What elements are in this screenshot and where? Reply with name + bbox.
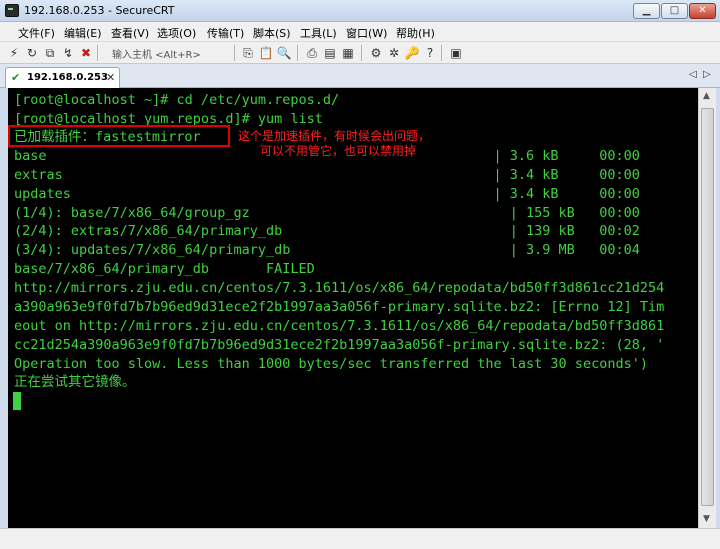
terminal-line: cc21d254a390a963e9f0fd7b7b96ed9d31ece2f2… bbox=[14, 337, 665, 353]
menu-options[interactable]: 选项(O) bbox=[157, 25, 196, 41]
tab-close-icon[interactable]: ✕ bbox=[106, 71, 115, 84]
scroll-up-icon[interactable]: ▲ bbox=[703, 91, 710, 101]
menu-edit[interactable]: 编辑(E) bbox=[64, 25, 102, 41]
scrollbar-thumb[interactable] bbox=[701, 108, 714, 506]
connected-check-icon: ✔ bbox=[11, 71, 21, 84]
key-generator-icon[interactable]: 🔑 bbox=[404, 45, 420, 61]
menu-script[interactable]: 脚本(S) bbox=[253, 25, 291, 41]
disconnect-icon[interactable]: ✖ bbox=[78, 45, 94, 61]
tab-bar: ✔ 192.168.0.253 ✕ ◁ ▷ bbox=[0, 64, 720, 88]
close-button[interactable]: ✕ bbox=[689, 3, 716, 19]
sftp-icon[interactable]: ▣ bbox=[448, 45, 464, 61]
session-options-icon[interactable]: ⚙ bbox=[368, 45, 384, 61]
status-bar bbox=[0, 528, 720, 549]
terminal-line: (2/4): extras/7/x86_64/primary_db | 139 … bbox=[14, 223, 640, 239]
scroll-down-icon[interactable]: ▼ bbox=[703, 514, 710, 524]
paste-icon[interactable]: 📋 bbox=[258, 45, 274, 61]
toolbar: ⚡ ↻ ⧉ ↯ ✖ 输入主机 <Alt+R> ⎘ 📋 🔍 ⎙ ▤ ▦ ⚙ ✲ 🔑… bbox=[0, 42, 720, 64]
menu-file[interactable]: 文件(F) bbox=[18, 25, 55, 41]
tab-scroll-left-icon[interactable]: ◁ bbox=[689, 69, 697, 80]
terminal-line: 正在尝试其它镜像。 bbox=[14, 374, 136, 390]
global-options-icon[interactable]: ✲ bbox=[386, 45, 402, 61]
menu-transfer[interactable]: 传输(T) bbox=[207, 25, 244, 41]
securecrt-app-icon bbox=[5, 4, 19, 17]
menu-window[interactable]: 窗口(W) bbox=[346, 25, 387, 41]
reconnect-icon[interactable]: ↻ bbox=[24, 45, 40, 61]
connect-in-tab-icon[interactable]: ⧉ bbox=[42, 45, 58, 61]
plugin-highlight-box bbox=[8, 125, 230, 147]
copy-icon[interactable]: ⎘ bbox=[240, 45, 256, 61]
window-title: 192.168.0.253 - SecureCRT bbox=[24, 4, 175, 17]
maximize-button[interactable]: □ bbox=[661, 3, 688, 19]
menu-view[interactable]: 查看(V) bbox=[111, 25, 149, 41]
print-icon[interactable]: ⎙ bbox=[304, 45, 320, 61]
terminal-line: http://mirrors.zju.edu.cn/centos/7.3.161… bbox=[14, 280, 665, 296]
terminal-line: eout on http://mirrors.zju.edu.cn/centos… bbox=[14, 318, 665, 334]
toolbar-separator bbox=[97, 45, 98, 61]
menu-tools[interactable]: 工具(L) bbox=[300, 25, 337, 41]
log-icon[interactable]: ▦ bbox=[340, 45, 356, 61]
toolbar-separator bbox=[234, 45, 235, 61]
title-bar: 192.168.0.253 - SecureCRT ▁ □ ✕ bbox=[0, 0, 720, 22]
terminal-line: updates | 3.4 kB 00:00 bbox=[14, 186, 640, 202]
session-tab-label: 192.168.0.253 bbox=[27, 72, 108, 83]
print-setup-icon[interactable]: ▤ bbox=[322, 45, 338, 61]
terminal-cursor bbox=[13, 392, 21, 410]
connect-icon[interactable]: ⚡ bbox=[6, 45, 22, 61]
menu-bar: 文件(F) 编辑(E) 查看(V) 选项(O) 传输(T) 脚本(S) 工具(L… bbox=[0, 22, 720, 42]
minimize-button[interactable]: ▁ bbox=[633, 3, 660, 19]
menu-help[interactable]: 帮助(H) bbox=[396, 25, 435, 41]
annotation-line-2: 可以不用管它，也可以禁用掉 bbox=[260, 144, 417, 158]
toolbar-separator bbox=[297, 45, 298, 61]
toolbar-separator bbox=[441, 45, 442, 61]
help-icon[interactable]: ? bbox=[422, 45, 438, 61]
terminal-line: base/7/x86_64/primary_db FAILED bbox=[14, 261, 315, 277]
terminal-line: a390a963e9f0fd7b7b96ed9d31ece2f2b1997aa3… bbox=[14, 299, 665, 315]
terminal-line: Operation too slow. Less than 1000 bytes… bbox=[14, 356, 648, 372]
terminal-line: (1/4): base/7/x86_64/group_gz | 155 kB 0… bbox=[14, 205, 640, 221]
terminal-line: [root@localhost ~]# cd /etc/yum.repos.d/ bbox=[14, 92, 340, 108]
terminal-line: extras | 3.4 kB 00:00 bbox=[14, 167, 640, 183]
quick-connect-icon[interactable]: ↯ bbox=[60, 45, 76, 61]
quick-connect-field[interactable]: 输入主机 <Alt+R> bbox=[112, 46, 201, 61]
toolbar-separator bbox=[361, 45, 362, 61]
terminal-screen[interactable]: [root@localhost ~]# cd /etc/yum.repos.d/… bbox=[8, 88, 698, 528]
find-icon[interactable]: 🔍 bbox=[276, 45, 292, 61]
terminal-line: (3/4): updates/7/x86_64/primary_db | 3.9… bbox=[14, 242, 640, 258]
tab-scroll-right-icon[interactable]: ▷ bbox=[703, 69, 711, 80]
vertical-scrollbar[interactable]: ▲ ▼ bbox=[698, 88, 716, 528]
session-tab[interactable]: ✔ 192.168.0.253 ✕ bbox=[5, 67, 120, 88]
